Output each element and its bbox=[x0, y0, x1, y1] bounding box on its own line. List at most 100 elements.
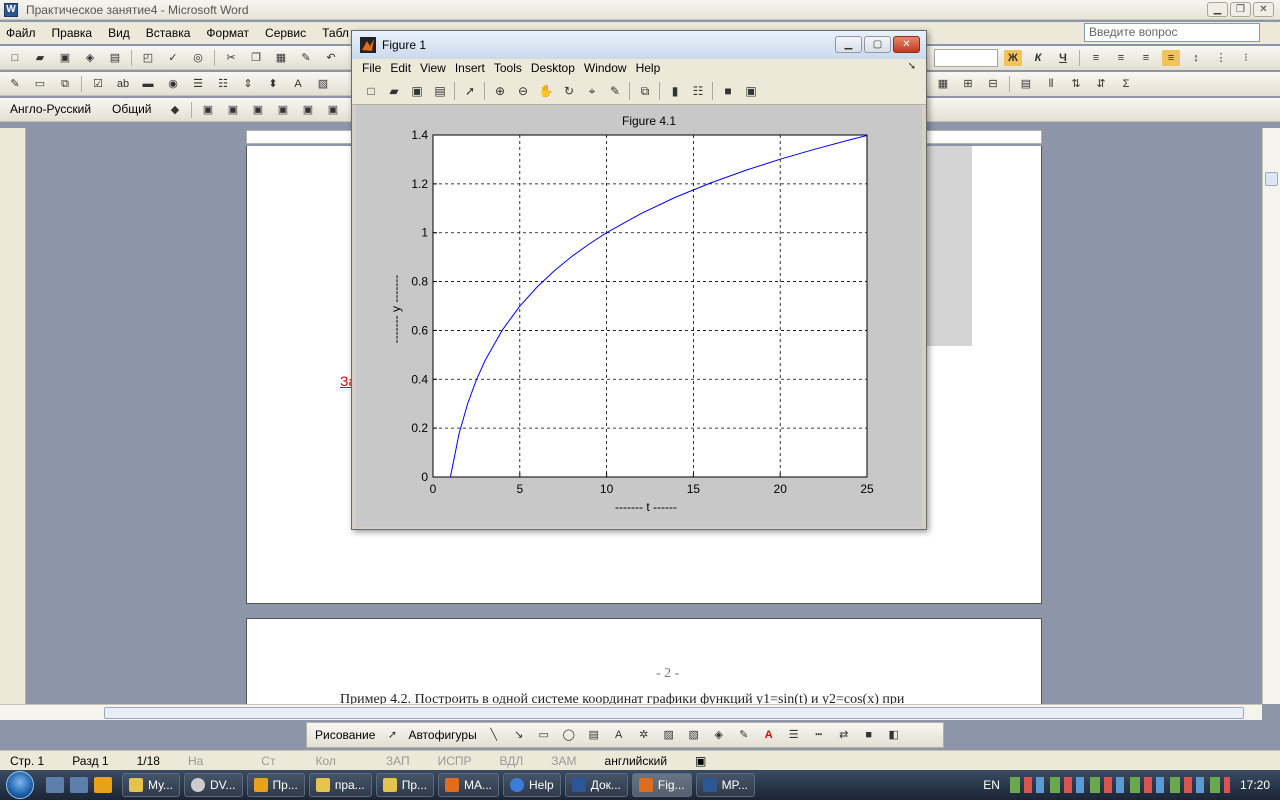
scroll-track[interactable] bbox=[104, 707, 1244, 719]
format-painter-icon[interactable]: ✎ bbox=[297, 50, 315, 66]
research-icon[interactable]: ◎ bbox=[189, 50, 207, 66]
align-left-icon[interactable]: ≡ bbox=[1087, 50, 1105, 66]
distribute-icon[interactable]: ⫴ bbox=[1042, 76, 1060, 92]
open-icon[interactable]: ▰ bbox=[31, 50, 49, 66]
fig-menu-desktop[interactable]: Desktop bbox=[531, 61, 575, 75]
tool-6-icon[interactable]: ▣ bbox=[324, 102, 342, 118]
status-language[interactable]: английский bbox=[605, 754, 667, 768]
3d-icon[interactable]: ◧ bbox=[885, 727, 903, 743]
tool-2-icon[interactable]: ▣ bbox=[224, 102, 242, 118]
autoformat-icon[interactable]: ▤ bbox=[1017, 76, 1035, 92]
status-trk[interactable]: ИСПР bbox=[438, 754, 472, 768]
menu-table[interactable]: Табл bbox=[322, 26, 349, 40]
task-8[interactable]: Док... bbox=[564, 773, 628, 797]
line-color-icon[interactable]: ✎ bbox=[735, 727, 753, 743]
menu-insert[interactable]: Вставка bbox=[146, 26, 191, 40]
figure-minimize-button[interactable]: ▁ bbox=[835, 36, 862, 53]
drawing-menu[interactable]: Рисование bbox=[315, 728, 375, 742]
brush-icon[interactable]: ✎ bbox=[606, 82, 624, 100]
figure-maximize-button[interactable]: ▢ bbox=[864, 36, 891, 53]
edit-plot-icon[interactable]: ➚ bbox=[461, 82, 479, 100]
media-player-icon[interactable] bbox=[94, 777, 112, 793]
show-desktop-icon[interactable] bbox=[46, 777, 64, 793]
wordart-icon[interactable]: A bbox=[610, 727, 628, 743]
fig-menu-insert[interactable]: Insert bbox=[455, 61, 485, 75]
language-indicator[interactable]: EN bbox=[983, 778, 1000, 792]
zoom-out-icon[interactable]: ⊖ bbox=[514, 82, 532, 100]
autoshapes-menu[interactable]: Автофигуры bbox=[408, 728, 476, 742]
tool-3-icon[interactable]: ▣ bbox=[249, 102, 267, 118]
tool-1-icon[interactable]: ▣ bbox=[199, 102, 217, 118]
figure-close-button[interactable]: ✕ bbox=[893, 36, 920, 53]
quicklaunch-icon[interactable] bbox=[70, 777, 88, 793]
paste-icon[interactable]: ▦ bbox=[272, 50, 290, 66]
print-figure-icon[interactable]: ▤ bbox=[431, 82, 449, 100]
rotate-3d-icon[interactable]: ↻ bbox=[560, 82, 578, 100]
data-cursor-icon[interactable]: ⌖ bbox=[583, 82, 601, 100]
plot-svg[interactable]: Figure 4.1 ------- t ------ ------- y --… bbox=[356, 105, 922, 527]
status-rec[interactable]: ЗАП bbox=[386, 754, 410, 768]
shadow-icon[interactable]: ■ bbox=[860, 727, 878, 743]
task-10[interactable]: MP... bbox=[695, 773, 756, 797]
justify-icon[interactable]: ≡ bbox=[1162, 50, 1180, 66]
arrow-style-icon[interactable]: ⇄ bbox=[835, 727, 853, 743]
vertical-scrollbar[interactable] bbox=[1262, 128, 1280, 704]
draw-table-icon[interactable]: ✎ bbox=[6, 76, 24, 92]
clock[interactable]: 17:20 bbox=[1240, 778, 1270, 792]
scroll-icon[interactable]: ⇕ bbox=[239, 76, 257, 92]
sort-icon[interactable]: ⇅ bbox=[1067, 76, 1085, 92]
fig-menu-tools[interactable]: Tools bbox=[494, 61, 522, 75]
minimize-button[interactable]: ▁ bbox=[1207, 2, 1228, 17]
topic-combo[interactable]: Общий bbox=[108, 101, 160, 119]
task-3[interactable]: Пр... bbox=[246, 773, 305, 797]
link-plot-icon[interactable]: ⧉ bbox=[636, 82, 654, 100]
menu-edit[interactable]: Правка bbox=[52, 26, 93, 40]
select-arrow-icon[interactable]: ➚ bbox=[383, 727, 401, 743]
scroll-thumb[interactable] bbox=[1265, 172, 1278, 186]
print-preview-icon[interactable]: ◰ bbox=[139, 50, 157, 66]
diagram-icon[interactable]: ✲ bbox=[635, 727, 653, 743]
bold-button[interactable]: Ж bbox=[1004, 50, 1022, 66]
undo-icon[interactable]: ↶ bbox=[322, 50, 340, 66]
sum-icon[interactable]: Σ bbox=[1117, 76, 1135, 92]
line-spacing-icon[interactable]: ↕ bbox=[1187, 50, 1205, 66]
bullets-icon[interactable]: ⁝ bbox=[1237, 50, 1255, 66]
tool-4-icon[interactable]: ▣ bbox=[274, 102, 292, 118]
task-5[interactable]: Пр... bbox=[375, 773, 434, 797]
maximize-button[interactable]: ❐ bbox=[1230, 2, 1251, 17]
print-icon[interactable]: ▤ bbox=[106, 50, 124, 66]
permission-icon[interactable]: ◈ bbox=[81, 50, 99, 66]
button-control-icon[interactable]: ▬ bbox=[139, 76, 157, 92]
new-figure-icon[interactable]: □ bbox=[362, 82, 380, 100]
translate-icon[interactable]: ◆ bbox=[166, 102, 184, 118]
picture-icon[interactable]: ▧ bbox=[685, 727, 703, 743]
close-button[interactable]: ✕ bbox=[1253, 2, 1274, 17]
tool-5-icon[interactable]: ▣ bbox=[299, 102, 317, 118]
legend-icon[interactable]: ☷ bbox=[689, 82, 707, 100]
tray-icons[interactable] bbox=[1009, 777, 1230, 793]
split-icon[interactable]: ⊟ bbox=[984, 76, 1002, 92]
menu-file[interactable]: Файл bbox=[6, 26, 36, 40]
textbox-icon[interactable]: ab bbox=[114, 76, 132, 92]
task-4[interactable]: пра... bbox=[308, 773, 372, 797]
save-figure-icon[interactable]: ▣ bbox=[408, 82, 426, 100]
font-color-icon[interactable]: A bbox=[760, 727, 778, 743]
dictionary-combo[interactable]: Англо-Русский bbox=[6, 101, 102, 119]
figure-title-bar[interactable]: Figure 1 ▁ ▢ ✕ bbox=[352, 31, 926, 59]
line-style-icon[interactable]: ☰ bbox=[785, 727, 803, 743]
status-ext[interactable]: ВДЛ bbox=[500, 754, 524, 768]
spelling-icon[interactable]: ✓ bbox=[164, 50, 182, 66]
pan-icon[interactable]: ✋ bbox=[537, 82, 555, 100]
show-plot-tools-icon[interactable]: ▣ bbox=[742, 82, 760, 100]
task-1[interactable]: Му... bbox=[122, 773, 180, 797]
table-grid-icon[interactable]: ▦ bbox=[934, 76, 952, 92]
listbox-icon[interactable]: ☰ bbox=[189, 76, 207, 92]
dash-style-icon[interactable]: ┅ bbox=[810, 727, 828, 743]
underline-button[interactable]: Ч bbox=[1054, 50, 1072, 66]
open-file-icon[interactable]: ▰ bbox=[385, 82, 403, 100]
align-center-icon[interactable]: ≡ bbox=[1112, 50, 1130, 66]
oval-icon[interactable]: ◯ bbox=[560, 727, 578, 743]
spin-icon[interactable]: ⬍ bbox=[264, 76, 282, 92]
merge-icon[interactable]: ⊞ bbox=[959, 76, 977, 92]
image-icon[interactable]: ▧ bbox=[314, 76, 332, 92]
